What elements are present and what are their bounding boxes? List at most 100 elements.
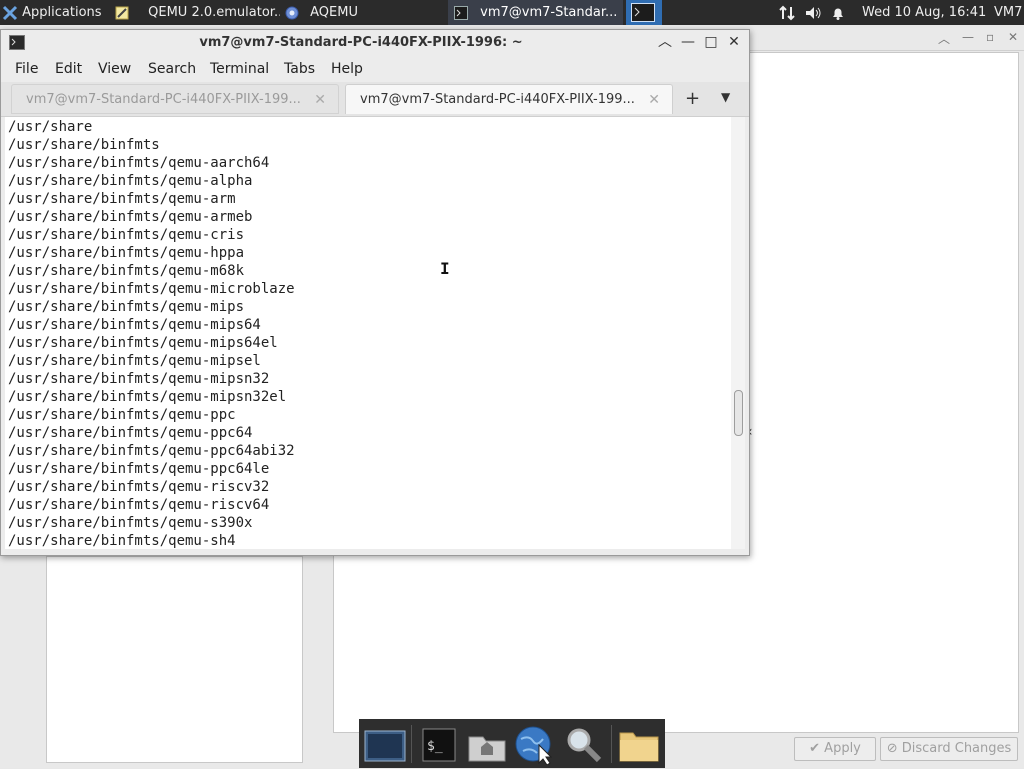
chevron-up-icon[interactable]: ︿ [938,30,950,47]
output-line: /usr/share [8,119,93,135]
output-line: /usr/share/binfmts [8,137,160,153]
aqemu-icon [285,6,299,19]
plus-icon: + [685,88,701,109]
dock-show-desktop[interactable] [363,723,407,765]
close-icon[interactable]: ✕ [1008,30,1018,44]
window-title: vm7@vm7-Standard-PC-i440FX-PIIX-1996: ~ [199,35,523,50]
discard-label: Discard Changes [901,741,1012,756]
output-line: /usr/share/binfmts/qemu-aarch64 [8,155,270,171]
clock[interactable]: Wed 10 Aug, 16:41 [862,0,992,25]
dock-home-folder[interactable] [465,723,509,765]
output-line: /usr/share/binfmts/qemu-ppc [8,407,236,423]
output-line: /usr/share/binfmts/qemu-m68k [8,263,245,279]
menu-search[interactable]: Search [148,56,196,82]
output-line: /usr/share/binfmts/qemu-riscv32 [8,479,270,495]
top-panel: Applications ⋮ QEMU 2.0.emulator... AQEM… [0,0,1024,25]
volume-icon[interactable] [804,0,824,25]
task-button-terminal[interactable]: vm7@vm7-Standar... [448,0,623,25]
cancel-icon: ⊘ [886,741,898,756]
maximize-icon[interactable]: □ [702,33,720,51]
web-browser-icon [515,726,553,766]
discard-changes-button[interactable]: ⊘ Discard Changes [880,737,1018,761]
menu-terminal[interactable]: Terminal [210,56,269,82]
dock: $_ [359,719,665,768]
vm-list-panel[interactable] [46,556,303,763]
network-icon[interactable] [778,0,798,25]
task-label: vm7@vm7-Standar... [480,5,618,20]
output-line: /usr/share/binfmts/qemu-riscv64 [8,497,270,513]
tab-terminal-1[interactable]: vm7@vm7-Standard-PC-i440FX-PIIX-199... ✕ [11,84,339,114]
minimize-icon[interactable]: — [679,33,697,51]
applications-menu[interactable]: Applications ⋮ [2,0,110,25]
apply-label: Apply [824,741,861,756]
menu-view[interactable]: View [98,56,131,82]
task-label: QEMU 2.0.emulator... [148,5,280,20]
checkmark-icon: ✔ [809,741,821,756]
minimize-icon[interactable]: — [962,30,974,44]
menu-tabs[interactable]: Tabs [284,56,315,82]
aqemu-titlebar: ︿ — ▫ ✕ [748,28,1024,51]
terminal-icon [9,35,25,50]
tab-list-button[interactable]: ▼ [721,90,730,104]
output-line: /usr/share/binfmts/qemu-sh4 [8,533,236,549]
task-label: AQEMU [310,5,358,20]
applications-separator-icon: ⋮ [106,5,110,20]
scrollbar[interactable] [731,117,745,549]
task-button-text-editor[interactable]: QEMU 2.0.emulator... [114,0,280,25]
maximize-icon[interactable]: ▫ [986,30,994,44]
menu-bar: File Edit View Search Terminal Tabs Help [1,56,749,82]
scrollbar-thumb[interactable] [734,390,743,436]
output-line: /usr/share/binfmts/qemu-microblaze [8,281,295,297]
tab-label: vm7@vm7-Standard-PC-i440FX-PIIX-199... [360,92,635,107]
close-tab-icon[interactable]: ✕ [314,85,326,113]
terminal-titlebar[interactable]: vm7@vm7-Standard-PC-i440FX-PIIX-1996: ~ … [1,30,749,56]
output-line: /usr/share/binfmts/qemu-alpha [8,173,253,189]
task-button-terminal-2[interactable] [626,0,662,25]
output-line: /usr/share/binfmts/qemu-mips [8,299,245,315]
text-cursor-icon: I [440,259,450,278]
output-lines: /usr/share /usr/share/binfmts /usr/share… [8,118,295,549]
user-menu[interactable]: VM7 [994,0,1024,25]
dock-file-manager[interactable] [617,723,661,765]
close-tab-icon[interactable]: ✕ [648,85,660,114]
chevron-down-icon: ▼ [721,90,731,104]
dock-terminal[interactable]: $_ [417,723,461,765]
output-line: /usr/share/binfmts/qemu-ppc64abi32 [8,443,295,459]
output-line: /usr/share/binfmts/qemu-mipsn32el [8,389,287,405]
menu-file[interactable]: File [15,56,38,82]
output-line: /usr/share/binfmts/qemu-cris [8,227,245,243]
dock-search[interactable] [561,723,605,765]
new-tab-button[interactable]: + [685,88,700,109]
output-line: /usr/share/binfmts/qemu-armeb [8,209,253,225]
home-folder-icon [468,736,506,762]
xfce-logo-icon [2,5,18,20]
dock-separator [611,725,612,763]
terminal-output[interactable]: /usr/share /usr/share/binfmts /usr/share… [5,117,731,549]
terminal-icon [454,5,468,20]
dock-web-browser[interactable] [513,723,557,766]
notifications-bell-icon[interactable] [830,0,848,25]
dock-separator [411,725,412,763]
search-icon [567,728,602,763]
menu-help[interactable]: Help [331,56,363,82]
menu-edit[interactable]: Edit [55,56,82,82]
output-line: /usr/share/binfmts/qemu-s390x [8,515,253,531]
terminal-icon [631,3,655,22]
close-icon[interactable]: ✕ [725,33,743,51]
output-line: /usr/share/binfmts/qemu-hppa [8,245,245,261]
svg-text:$_: $_ [427,739,443,754]
output-line: /usr/share/binfmts/qemu-ppc64 [8,425,253,441]
text-editor-icon [115,6,129,19]
terminal-window: vm7@vm7-Standard-PC-i440FX-PIIX-1996: ~ … [0,29,750,556]
output-line: /usr/share/binfmts/qemu-mipsel [8,353,261,369]
output-line: /usr/share/binfmts/qemu-arm [8,191,236,207]
apply-button[interactable]: ✔ Apply [794,737,876,761]
applications-label: Applications [22,5,102,20]
tab-label: vm7@vm7-Standard-PC-i440FX-PIIX-199... [26,92,301,107]
task-button-aqemu[interactable]: AQEMU [284,0,444,25]
chevron-up-icon[interactable]: ︿ [656,33,674,51]
output-line: /usr/share/binfmts/qemu-mips64 [8,317,261,333]
output-line: /usr/share/binfmts/qemu-ppc64le [8,461,270,477]
output-line: /usr/share/binfmts/qemu-mips64el [8,335,278,351]
tab-terminal-2[interactable]: vm7@vm7-Standard-PC-i440FX-PIIX-199... ✕ [345,84,673,114]
